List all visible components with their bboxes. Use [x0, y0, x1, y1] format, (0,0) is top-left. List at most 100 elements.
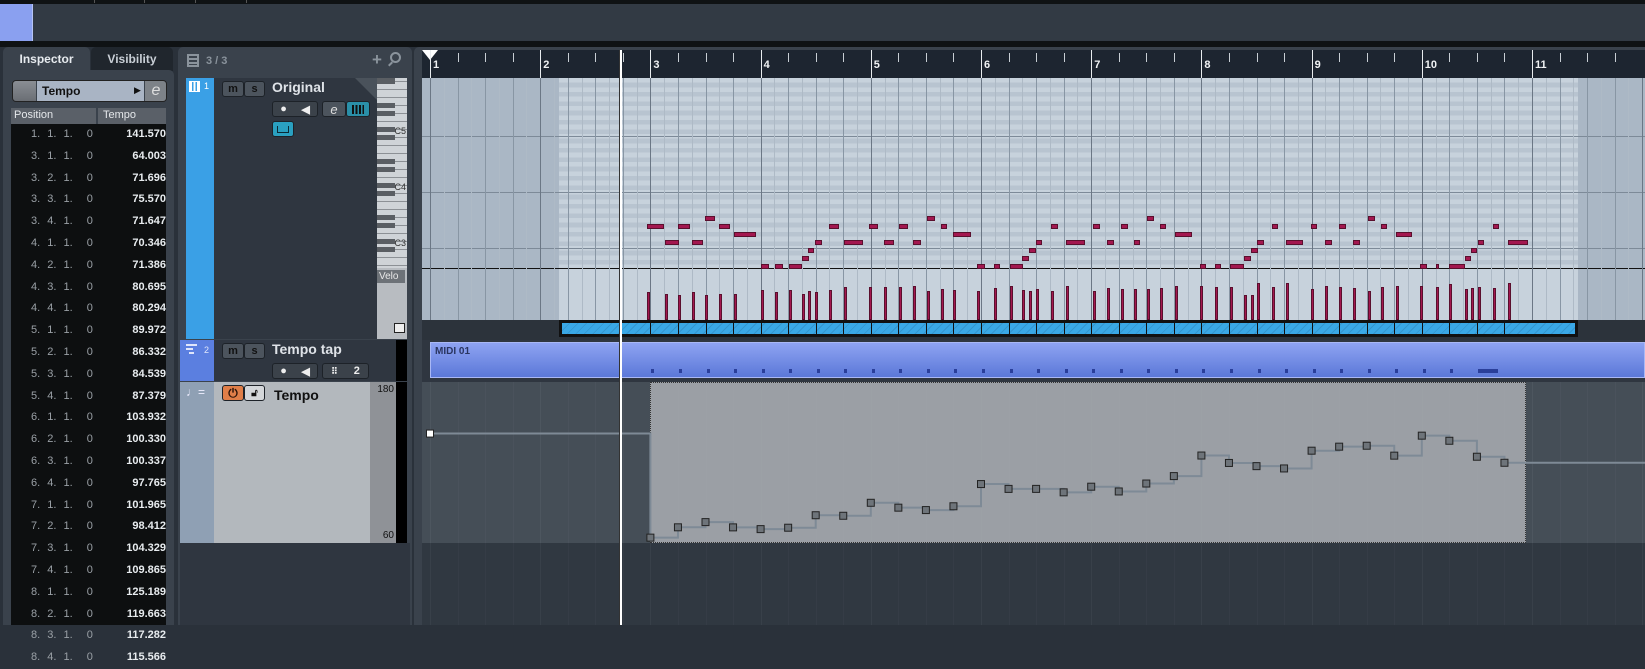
tempo-table-row[interactable]: 7. 3. 1. 0 104.329 — [11, 538, 166, 560]
record-enable-icon[interactable]: ● — [280, 103, 287, 115]
column-header-tempo[interactable]: Tempo — [100, 108, 166, 124]
tab-visibility[interactable]: Visibility — [91, 47, 173, 71]
record-enable-icon[interactable]: ● — [280, 365, 287, 377]
tempo-table-row[interactable]: 7. 2. 1. 0 98.412 — [11, 516, 166, 538]
bar-number[interactable]: 1 — [433, 59, 439, 71]
monitor-icon[interactable]: ◀ — [301, 103, 309, 116]
edit-instrument-button[interactable]: e — [322, 101, 346, 117]
tempo-table-row[interactable]: 4. 3. 1. 0 80.695 — [11, 277, 166, 299]
column-header-position[interactable]: Position — [11, 108, 98, 124]
track-name[interactable]: Tempo tap — [272, 341, 342, 357]
tempo-table-row[interactable]: 6. 1. 1. 0 103.932 — [11, 407, 166, 429]
tempo-point[interactable] — [1169, 472, 1178, 481]
row-tempo-value[interactable]: 80.695 — [132, 277, 166, 299]
tempo-point[interactable] — [1390, 451, 1399, 460]
tempo-point[interactable] — [949, 502, 958, 511]
tempo-point[interactable] — [1004, 484, 1013, 493]
track-color-swatch[interactable] — [0, 4, 33, 41]
tempo-table-row[interactable]: 3. 3. 1. 0 75.570 — [11, 189, 166, 211]
playhead-cursor[interactable] — [619, 50, 622, 625]
tempo-point[interactable] — [866, 498, 875, 507]
tempo-point[interactable] — [894, 503, 903, 512]
tempo-track-strip[interactable]: ♩= — [180, 382, 214, 543]
row-tempo-value[interactable]: 71.386 — [132, 255, 166, 277]
row-tempo-value[interactable]: 115.566 — [127, 647, 166, 669]
tempo-point[interactable] — [1252, 462, 1261, 471]
row-tempo-value[interactable]: 100.330 — [126, 429, 166, 451]
tempo-table-row[interactable]: 6. 2. 1. 0 100.330 — [11, 429, 166, 451]
row-tempo-value[interactable]: 141.570 — [126, 124, 166, 146]
bar-number[interactable]: 5 — [874, 59, 880, 71]
row-tempo-value[interactable]: 109.865 — [126, 560, 166, 582]
row-tempo-value[interactable]: 86.332 — [132, 342, 166, 364]
tempo-table-row[interactable]: 3. 1. 1. 0 64.003 — [11, 146, 166, 168]
tempo-point[interactable] — [729, 523, 738, 532]
track-name[interactable]: Original — [272, 79, 325, 95]
tempo-table-row[interactable]: 8. 4. 1. 0 115.566 — [11, 647, 166, 669]
tempo-table-row[interactable]: 7. 1. 1. 0 101.965 — [11, 495, 166, 517]
tempo-point[interactable] — [1142, 479, 1151, 488]
tempo-point[interactable] — [1362, 441, 1371, 450]
tempo-point[interactable] — [921, 506, 930, 515]
row-tempo-value[interactable]: 71.696 — [132, 168, 166, 190]
list-icon[interactable] — [187, 54, 199, 67]
tempo-point[interactable] — [1500, 458, 1509, 467]
bar-number[interactable]: 9 — [1315, 59, 1321, 71]
track-1-header[interactable] — [214, 78, 377, 339]
row-tempo-value[interactable]: 71.647 — [132, 211, 166, 233]
tempo-table-row[interactable]: 5. 1. 1. 0 89.972 — [11, 320, 166, 342]
row-tempo-value[interactable]: 125.189 — [126, 582, 166, 604]
tempo-point[interactable] — [426, 429, 434, 438]
keyboard-icon[interactable] — [346, 101, 370, 117]
tempo-point[interactable] — [1335, 442, 1344, 451]
quantize-selector[interactable]: ⠿ 2 — [322, 363, 369, 379]
tempo-table-row[interactable]: 8. 3. 1. 0 117.282 — [11, 625, 166, 647]
bar-number[interactable]: 2 — [543, 59, 549, 71]
tempo-point[interactable] — [1472, 452, 1481, 461]
tempo-point[interactable] — [1197, 451, 1206, 460]
tempo-point[interactable] — [839, 511, 848, 520]
tempo-point[interactable] — [1445, 436, 1454, 445]
tempo-point[interactable] — [1280, 464, 1289, 473]
bar-number[interactable]: 6 — [984, 59, 990, 71]
track-1-color-strip[interactable]: 1 — [186, 78, 214, 339]
tempo-point[interactable] — [1307, 446, 1316, 455]
tempo-table-row[interactable]: 8. 2. 1. 0 119.663 — [11, 604, 166, 626]
solo-button[interactable]: s — [244, 81, 265, 97]
bar-number[interactable]: 8 — [1204, 59, 1210, 71]
bar-number[interactable]: 7 — [1094, 59, 1100, 71]
track-name[interactable]: Tempo — [274, 387, 319, 403]
row-tempo-value[interactable]: 101.965 — [126, 495, 166, 517]
row-tempo-value[interactable]: 89.972 — [132, 320, 166, 342]
tempo-table-row[interactable]: 8. 1. 1. 0 125.189 — [11, 582, 166, 604]
row-tempo-value[interactable]: 97.765 — [132, 473, 166, 495]
parameter-dropdown[interactable]: Tempo ▶ e — [12, 80, 167, 102]
mute-button[interactable]: m — [222, 81, 244, 97]
row-tempo-value[interactable]: 100.337 — [126, 451, 166, 473]
row-tempo-value[interactable]: 80.294 — [132, 298, 166, 320]
row-tempo-value[interactable]: 64.003 — [132, 146, 166, 168]
tempo-point[interactable] — [784, 523, 793, 532]
tempo-table-row[interactable]: 6. 3. 1. 0 100.337 — [11, 451, 166, 473]
add-track-icon[interactable]: + — [372, 50, 382, 70]
bar-number[interactable]: 11 — [1535, 59, 1547, 71]
tempo-point[interactable] — [1087, 482, 1096, 491]
tempo-table-row[interactable]: 5. 3. 1. 0 84.539 — [11, 364, 166, 386]
tempo-table-row[interactable]: 4. 4. 1. 0 80.294 — [11, 298, 166, 320]
event-lanes[interactable]: MIDI 01 — [422, 78, 1645, 625]
tempo-point[interactable] — [977, 480, 985, 489]
lock-icon[interactable]: 🔓︎ — [244, 385, 265, 401]
tempo-point[interactable] — [1114, 487, 1123, 496]
bar-number[interactable]: 3 — [653, 59, 659, 71]
tempo-track-header[interactable] — [214, 382, 370, 543]
solo-button[interactable]: s — [244, 343, 265, 359]
controller-lane-icon[interactable] — [394, 323, 405, 333]
lane-toggle-icon[interactable] — [272, 121, 294, 137]
tempo-table-row[interactable]: 7. 4. 1. 0 109.865 — [11, 560, 166, 582]
tempo-table-row[interactable]: 4. 2. 1. 0 71.386 — [11, 255, 166, 277]
row-tempo-value[interactable]: 87.379 — [132, 386, 166, 408]
tempo-point[interactable] — [1059, 488, 1068, 497]
timeline-ruler[interactable]: 1 2 3 4 5 6 7 8 9 10 11 — [422, 50, 1645, 78]
row-tempo-value[interactable]: 117.282 — [127, 625, 166, 647]
tempo-point[interactable] — [1417, 431, 1426, 440]
